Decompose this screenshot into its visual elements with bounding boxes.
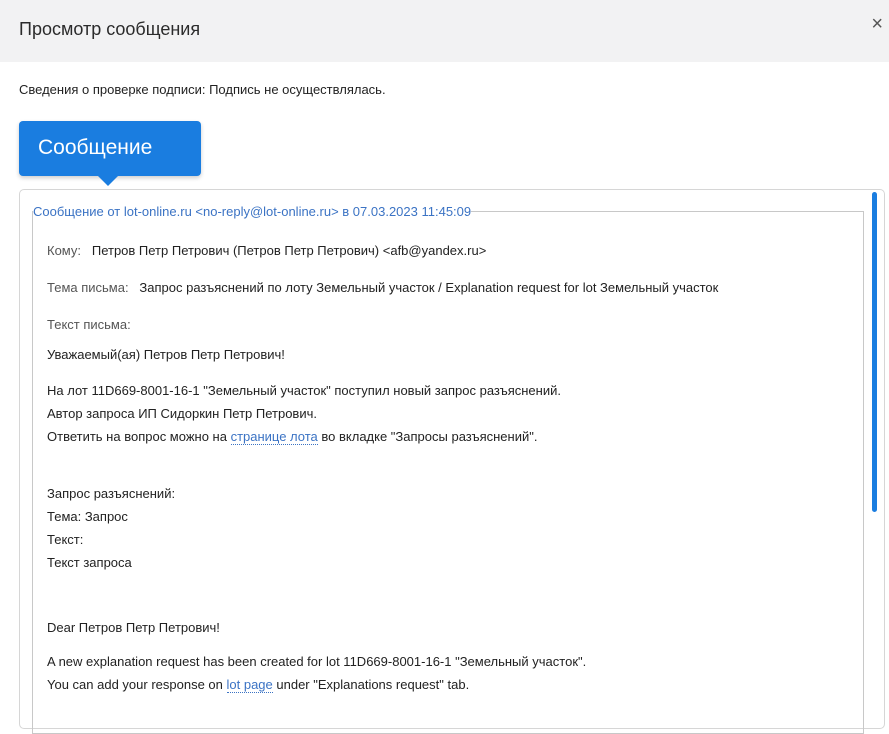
request-subject: Тема: Запрос bbox=[47, 509, 128, 524]
signature-info: Сведения о проверке подписи: Подпись не … bbox=[19, 82, 386, 97]
ru-line-3-after: во вкладке "Запросы разъяснений". bbox=[317, 429, 538, 444]
subject-row: Тема письма: Запрос разъяснений по лоту … bbox=[47, 280, 718, 295]
scrollbar[interactable] bbox=[872, 192, 877, 512]
request-text-label: Текст: bbox=[47, 532, 84, 547]
subject-value: Запрос разъяснений по лоту Земельный уча… bbox=[139, 280, 719, 295]
dialog-title: Просмотр сообщения bbox=[19, 19, 201, 39]
to-row: Кому: Петров Петр Петрович (Петров Петр … bbox=[47, 243, 486, 258]
subject-label: Тема письма: bbox=[47, 280, 129, 295]
en-line-1: A new explanation request has been creat… bbox=[47, 654, 587, 669]
request-header: Запрос разъяснений: bbox=[47, 486, 176, 501]
en-line-2-after: under "Explanations request" tab. bbox=[272, 677, 470, 692]
greeting-en: Dear Петров Петр Петрович! bbox=[47, 620, 220, 635]
request-text: Текст запроса bbox=[47, 555, 132, 570]
ru-line-1: На лот 11D669-8001-16-1 "Земельный участ… bbox=[47, 383, 561, 398]
lot-page-link-ru[interactable]: странице лота bbox=[230, 429, 318, 445]
message-legend: Сообщение от lot-online.ru <no-reply@lot… bbox=[33, 204, 472, 219]
to-value: Петров Петр Петрович (Петров Петр Петров… bbox=[91, 243, 487, 258]
en-line-2-before: You can add your response on bbox=[47, 677, 227, 692]
lot-page-link-en[interactable]: lot page bbox=[226, 677, 273, 693]
dialog-header: Просмотр сообщения × bbox=[0, 0, 889, 62]
ru-line-2: Автор запроса ИП Сидоркин Петр Петрович. bbox=[47, 406, 317, 421]
tab-pointer bbox=[97, 175, 119, 186]
en-line-2: You can add your response on lot page un… bbox=[47, 677, 470, 693]
body-label: Текст письма: bbox=[47, 317, 131, 332]
tab-message[interactable]: Сообщение bbox=[19, 121, 201, 176]
ru-line-3-before: Ответить на вопрос можно на bbox=[47, 429, 231, 444]
greeting-ru: Уважаемый(ая) Петров Петр Петрович! bbox=[47, 347, 285, 362]
close-icon[interactable]: × bbox=[871, 14, 883, 34]
ru-line-3: Ответить на вопрос можно на странице лот… bbox=[47, 429, 538, 445]
to-label: Кому: bbox=[47, 243, 81, 258]
